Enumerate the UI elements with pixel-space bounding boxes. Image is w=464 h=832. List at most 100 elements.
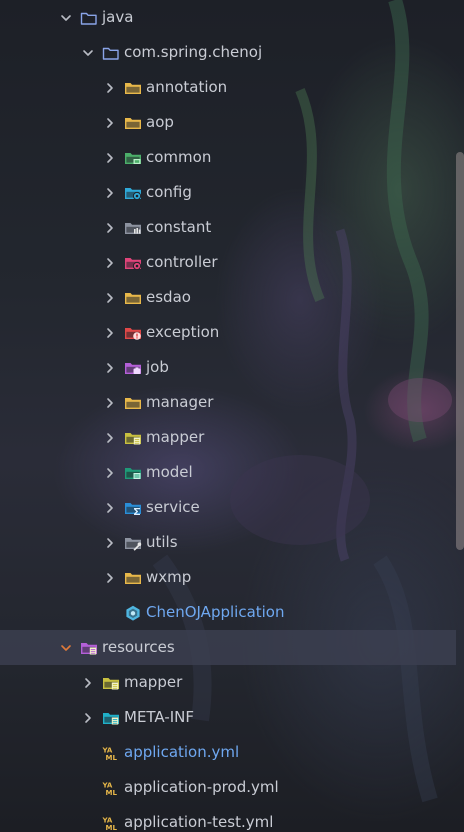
chevron-right-icon[interactable] <box>102 115 118 131</box>
folder-constant-icon <box>124 220 142 236</box>
tree-item-label: common <box>146 148 212 166</box>
vertical-scrollbar[interactable] <box>456 152 464 550</box>
chevron-right-icon[interactable] <box>102 325 118 341</box>
tree-item-mapper[interactable]: mapper <box>0 420 456 455</box>
tree-item-wxmp[interactable]: wxmp <box>0 560 456 595</box>
tree-item-label: wxmp <box>146 568 192 586</box>
chevron-down-icon[interactable] <box>80 45 96 61</box>
chevron-right-icon[interactable] <box>102 535 118 551</box>
yaml-file-icon: YA ML <box>102 745 120 761</box>
tree-item-com-spring-chenoj[interactable]: com.spring.chenoj <box>0 35 456 70</box>
tree-item-label: job <box>146 358 169 376</box>
folder-model-icon <box>124 465 142 481</box>
tree-item-label: constant <box>146 218 212 236</box>
chevron-right-icon[interactable] <box>102 80 118 96</box>
tree-item-java[interactable]: java <box>0 0 456 35</box>
tree-item-label: model <box>146 463 193 481</box>
chevron-right-icon[interactable] <box>102 360 118 376</box>
tree-item-annotation[interactable]: annotation <box>0 70 456 105</box>
tree-item-aop[interactable]: aop <box>0 105 456 140</box>
tree-item-chenojapplication[interactable]: ChenOJApplication <box>0 595 456 630</box>
tree-item-model[interactable]: model <box>0 455 456 490</box>
tree-item-config[interactable]: config <box>0 175 456 210</box>
tree-item-application-prod-yml[interactable]: YA ML application-prod.yml <box>0 770 456 805</box>
chevron-right-icon[interactable] <box>102 500 118 516</box>
tree-item-label: mapper <box>146 428 205 446</box>
tree-item-label: exception <box>146 323 220 341</box>
chevron-right-icon[interactable] <box>102 185 118 201</box>
chevron-down-icon[interactable] <box>58 10 74 26</box>
tree-item-label: META-INF <box>124 708 195 726</box>
tree-item-esdao[interactable]: esdao <box>0 280 456 315</box>
tree-item-label: config <box>146 183 192 201</box>
svg-text:ML: ML <box>106 789 118 796</box>
folder-icon <box>124 290 142 306</box>
tree-item-job[interactable]: job <box>0 350 456 385</box>
folder-controller-icon <box>124 255 142 271</box>
chevron-down-icon[interactable] <box>58 640 74 656</box>
chevron-right-icon[interactable] <box>102 430 118 446</box>
tree-item-meta-inf[interactable]: META-INF <box>0 700 456 735</box>
folder-service-icon <box>124 500 142 516</box>
chevron-right-icon[interactable] <box>102 570 118 586</box>
folder-job-icon <box>124 360 142 376</box>
tree-item-label: service <box>146 498 200 516</box>
tree-item-application-yml[interactable]: YA ML application.yml <box>0 735 456 770</box>
folder-meta-inf-icon <box>102 710 120 726</box>
chevron-right-icon[interactable] <box>102 290 118 306</box>
folder-exception-icon <box>124 325 142 341</box>
folder-icon <box>80 10 98 26</box>
tree-item-label: controller <box>146 253 218 271</box>
tree-item-constant[interactable]: constant <box>0 210 456 245</box>
folder-icon <box>124 570 142 586</box>
tree-item-label: mapper <box>124 673 183 691</box>
tree-item-label: aop <box>146 113 174 131</box>
tree-item-label: ChenOJApplication <box>146 603 285 621</box>
tree-item-utils[interactable]: utils <box>0 525 456 560</box>
chevron-right-icon[interactable] <box>102 465 118 481</box>
chevron-right-icon[interactable] <box>102 220 118 236</box>
project-tree: java com.spring.chenoj annotation aop common… <box>0 0 456 832</box>
folder-mapper-icon <box>124 430 142 446</box>
folder-icon <box>124 115 142 131</box>
tree-item-label: application.yml <box>124 743 240 761</box>
tree-item-label: application-test.yml <box>124 813 274 831</box>
tree-item-resources[interactable]: resources <box>0 630 456 665</box>
folder-icon <box>124 80 142 96</box>
tree-item-label: resources <box>102 638 175 656</box>
tree-item-label: utils <box>146 533 178 551</box>
tree-item-common[interactable]: common <box>0 140 456 175</box>
folder-icon <box>124 395 142 411</box>
tree-item-controller[interactable]: controller <box>0 245 456 280</box>
folder-utils-icon <box>124 535 142 551</box>
package-folder-icon <box>102 45 120 61</box>
tree-item-service[interactable]: service <box>0 490 456 525</box>
folder-resources-icon <box>80 640 98 656</box>
tree-item-exception[interactable]: exception <box>0 315 456 350</box>
chevron-right-icon[interactable] <box>102 150 118 166</box>
yaml-file-icon: YA ML <box>102 815 120 831</box>
tree-item-label: com.spring.chenoj <box>124 43 263 61</box>
tree-item-mapper[interactable]: mapper <box>0 665 456 700</box>
chevron-right-icon[interactable] <box>80 675 96 691</box>
tree-item-label: annotation <box>146 78 228 96</box>
svg-text:ML: ML <box>106 754 118 761</box>
folder-config-icon <box>124 185 142 201</box>
tree-item-label: manager <box>146 393 214 411</box>
tree-item-label: java <box>102 8 134 26</box>
folder-common-icon <box>124 150 142 166</box>
folder-mapper-icon <box>102 675 120 691</box>
svg-text:ML: ML <box>106 824 118 831</box>
yaml-file-icon: YA ML <box>102 780 120 796</box>
chevron-right-icon[interactable] <box>102 255 118 271</box>
chevron-right-icon[interactable] <box>80 710 96 726</box>
tree-item-manager[interactable]: manager <box>0 385 456 420</box>
spring-boot-application-icon <box>124 605 142 621</box>
chevron-right-icon[interactable] <box>102 395 118 411</box>
tree-item-application-test-yml[interactable]: YA ML application-test.yml <box>0 805 456 832</box>
tree-item-label: application-prod.yml <box>124 778 279 796</box>
